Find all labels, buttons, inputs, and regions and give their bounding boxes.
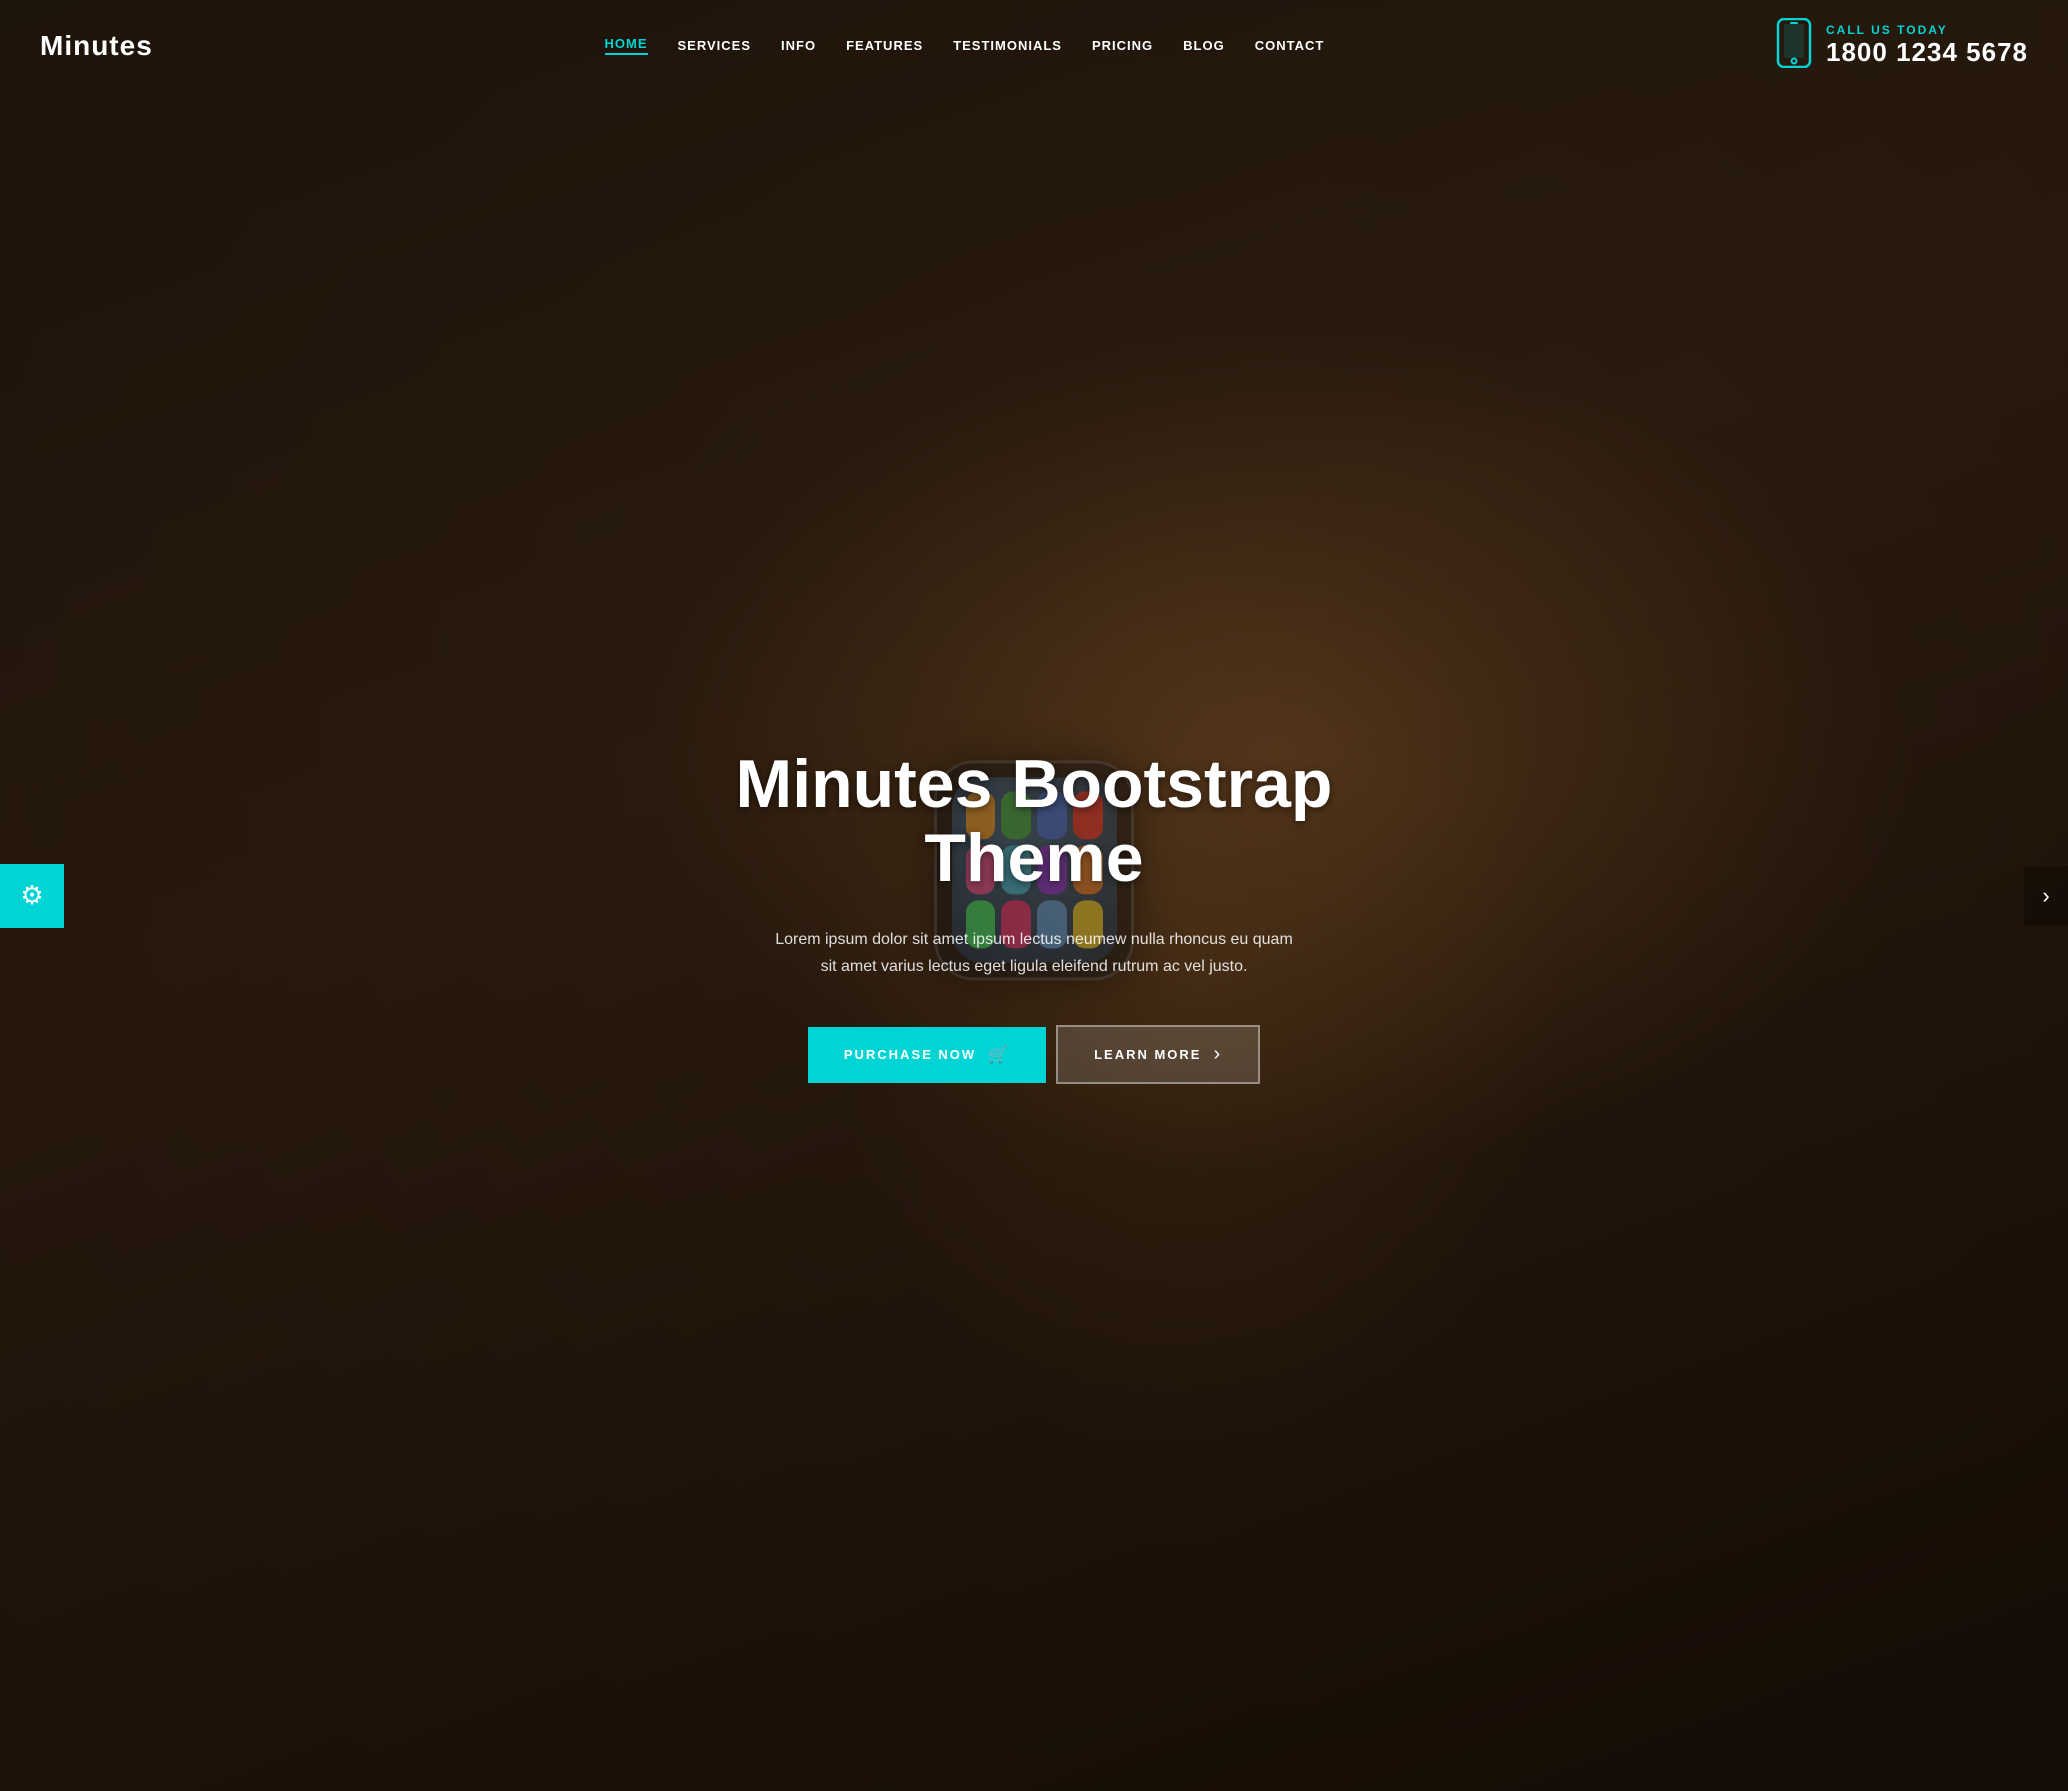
slide-next-button[interactable]: › xyxy=(2024,866,2068,926)
purchase-now-label: PURCHASE NOW xyxy=(844,1047,976,1062)
hero-section: ‹ › Minutes Bootstrap Theme Lorem ipsum … xyxy=(0,0,2068,1791)
chevron-right-icon: › xyxy=(1213,1043,1222,1066)
chevron-right-icon: › xyxy=(2042,883,2049,909)
gear-icon: ⚙ xyxy=(20,880,43,911)
purchase-now-button[interactable]: PURCHASE NOW 🛒 xyxy=(808,1027,1046,1083)
cart-icon: 🛒 xyxy=(988,1045,1010,1065)
nav-item-blog[interactable]: BLOG xyxy=(1183,38,1225,53)
header-contact: CALL US TODAY 1800 1234 5678 xyxy=(1776,18,2028,73)
nav-item-features[interactable]: FEATURES xyxy=(846,38,923,53)
hero-title: Minutes Bootstrap Theme xyxy=(704,747,1364,897)
hero-buttons: PURCHASE NOW 🛒 LEARN MORE › xyxy=(704,1025,1364,1084)
hero-subtitle: Lorem ipsum dolor sit amet ipsum lectus … xyxy=(774,926,1294,980)
nav-item-info[interactable]: INFO xyxy=(781,38,816,53)
settings-button[interactable]: ⚙ xyxy=(0,864,64,928)
learn-more-label: LEARN MORE xyxy=(1094,1047,1201,1062)
main-nav: HOME SERVICES INFO FEATURES TESTIMONIALS… xyxy=(605,36,1325,55)
learn-more-button[interactable]: LEARN MORE › xyxy=(1056,1025,1260,1084)
site-header: Minutes HOME SERVICES INFO FEATURES TEST… xyxy=(0,0,2068,91)
nav-item-pricing[interactable]: PRICING xyxy=(1092,38,1153,53)
call-us-label: CALL US TODAY xyxy=(1826,23,2028,37)
phone-icon xyxy=(1776,18,1812,73)
hero-content: Minutes Bootstrap Theme Lorem ipsum dolo… xyxy=(684,747,1384,1085)
nav-item-services[interactable]: SERVICES xyxy=(678,38,752,53)
site-logo[interactable]: Minutes xyxy=(40,30,153,62)
contact-info: CALL US TODAY 1800 1234 5678 xyxy=(1826,23,2028,68)
phone-number: 1800 1234 5678 xyxy=(1826,37,2028,68)
nav-item-testimonials[interactable]: TESTIMONIALS xyxy=(953,38,1062,53)
nav-item-home[interactable]: HOME xyxy=(605,36,648,55)
nav-item-contact[interactable]: CONTACT xyxy=(1255,38,1325,53)
